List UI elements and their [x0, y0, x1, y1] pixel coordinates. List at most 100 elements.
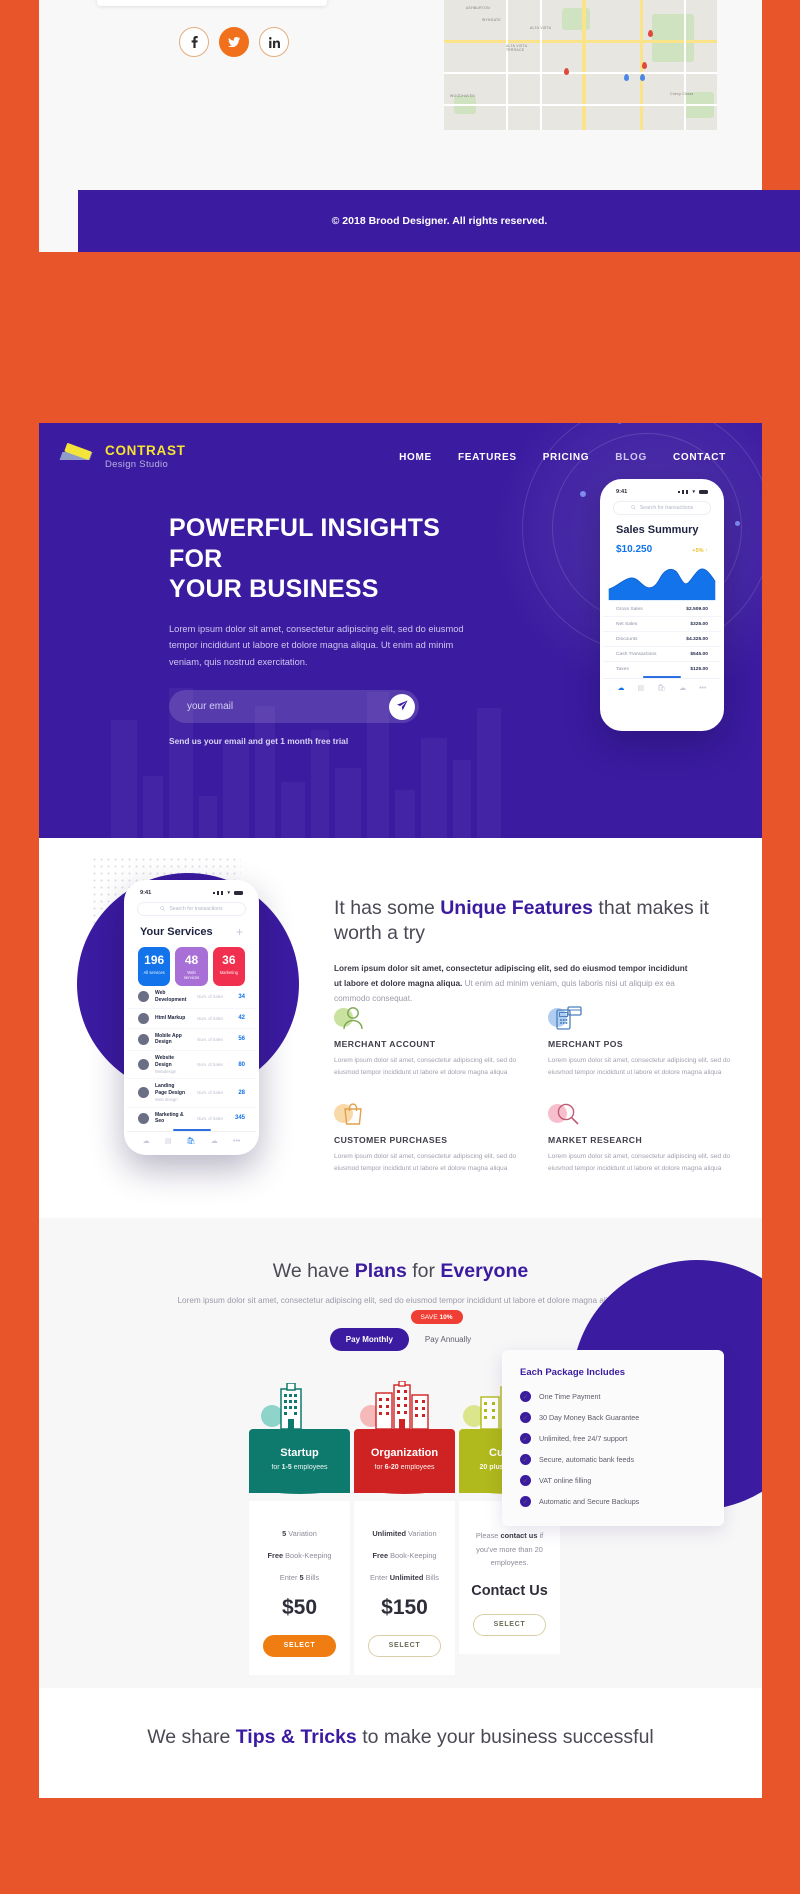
phone-search-placeholder: Search for transactions: [169, 906, 223, 912]
email-input[interactable]: [187, 701, 389, 713]
select-button-custom[interactable]: SELECT: [472, 1613, 547, 1636]
service-name: Web Development: [155, 990, 187, 1003]
stat-label: Net Sales: [616, 621, 638, 627]
list-item[interactable]: Landing Page Design Web design Num. of Sa…: [127, 1079, 256, 1108]
feature-item-merchant-account: MERCHANT ACCOUNT Lorem ipsum dolor sit a…: [334, 1006, 520, 1078]
tab-cart-icon[interactable]: 🛍: [657, 684, 666, 692]
plan-price: Contact Us: [471, 1583, 548, 1600]
tab-list-icon[interactable]: ▤: [165, 1137, 172, 1145]
services-title: Your Services: [140, 926, 213, 938]
features-heading: It has some Unique Features that makes i…: [334, 897, 709, 945]
tab-more-icon[interactable]: •••: [699, 685, 706, 692]
feature-items-grid: MERCHANT ACCOUNT Lorem ipsum dolor sit a…: [334, 1006, 734, 1174]
stat-row: Net Sales $325.00: [603, 617, 721, 632]
pay-monthly-button[interactable]: Pay Monthly: [329, 1328, 409, 1352]
package-item-label: One Time Payment: [539, 1392, 601, 1401]
phone-title: Sales Summury: [603, 515, 721, 538]
list-item: ✓ One Time Payment: [520, 1391, 706, 1402]
phone-search-field[interactable]: Search for transactions: [613, 501, 711, 515]
plan-name: Organization: [370, 1447, 439, 1460]
tab-cloud-icon[interactable]: ☁: [143, 1137, 150, 1145]
list-item[interactable]: Mobile App Design Num. of Sales 56: [127, 1029, 256, 1051]
plus-icon[interactable]: +: [236, 925, 243, 939]
plan-feature: 5 Variation: [282, 1529, 317, 1539]
phone-status-icons: ▾: [213, 890, 243, 896]
service-card-marketing[interactable]: 36 Marketing: [212, 947, 245, 986]
search-icon: [631, 504, 636, 512]
brand-logo[interactable]: CONTRAST Design Studio: [59, 442, 186, 470]
pos-terminal-icon: [548, 1006, 582, 1032]
stat-label: Cash Transactions: [616, 651, 657, 657]
feature-title: MERCHANT POS: [548, 1039, 624, 1049]
nav-item-blog[interactable]: BLOG: [615, 452, 647, 463]
service-stat-cards: 196 All services 48 Web services 36 Mark…: [127, 941, 256, 986]
sales-area-chart: [608, 568, 716, 601]
location-map[interactable]: ASHBURTON WYNGATE ALTA VISTA ALTA VISTA T…: [444, 0, 717, 130]
pay-annually-option[interactable]: Pay Annually: [425, 1335, 471, 1344]
phone-search-field[interactable]: Search for transactions: [137, 902, 246, 916]
stat-value: $4.325.00: [686, 636, 708, 642]
nav-links: HOME FEATURES PRICING BLOG CONTACT: [399, 452, 726, 463]
send-icon: [396, 699, 408, 714]
feature-title: MERCHANT ACCOUNT: [334, 1039, 436, 1049]
facebook-icon[interactable]: [179, 27, 209, 57]
nav-item-features[interactable]: FEATURES: [458, 452, 517, 463]
shopping-bag-icon: [334, 1102, 368, 1128]
list-item[interactable]: Html Markup Num. of Sales 42: [127, 1009, 256, 1029]
email-signup-form[interactable]: [169, 690, 419, 724]
twitter-icon[interactable]: [219, 27, 249, 57]
stat-label: Discounts: [616, 636, 638, 642]
service-card-web[interactable]: 48 Web services: [175, 947, 208, 986]
tab-list-icon[interactable]: ▤: [638, 684, 645, 692]
service-name: Html Markup: [155, 1014, 186, 1021]
nav-item-contact[interactable]: CONTACT: [673, 452, 726, 463]
nav-item-home[interactable]: HOME: [399, 452, 432, 463]
service-card-label: Web services: [183, 970, 200, 980]
feature-title: CUSTOMER PURCHASES: [334, 1135, 448, 1146]
package-includes-list: ✓ One Time Payment ✓ 30 Day Money Back Gua…: [520, 1391, 706, 1507]
battery-icon: [699, 489, 708, 495]
package-item-label: Unlimited, free 24/7 support: [539, 1434, 628, 1443]
service-card-all[interactable]: 196 All services: [138, 947, 171, 986]
service-count: 42: [238, 1015, 245, 1021]
wifi-icon: ▾: [692, 489, 695, 495]
service-list: Web Development Num. of Sales 34 Html Ma…: [127, 986, 256, 1129]
list-item[interactable]: Web Development Num. of Sales 34: [127, 986, 256, 1009]
stat-row: Taxes $125.00: [603, 662, 721, 676]
service-avatar-icon: [138, 1087, 149, 1099]
service-count: 80: [238, 1061, 245, 1068]
tab-dashboard-icon[interactable]: ☁: [618, 684, 625, 692]
service-subtitle: Web design: [155, 1096, 178, 1102]
stat-row: Gross Sales $2.509.00: [603, 602, 721, 617]
linkedin-icon[interactable]: [259, 27, 289, 57]
features-paragraph: Lorem ipsum dolor sit amet, consectetur …: [334, 963, 688, 1004]
service-avatar-icon: [138, 1012, 149, 1024]
select-button-organization[interactable]: SELECT: [367, 1634, 442, 1657]
user-account-icon: [334, 1006, 368, 1032]
plan-feature: Free Book-Keeping: [267, 1551, 332, 1561]
nav-item-pricing[interactable]: PRICING: [543, 452, 590, 463]
service-card-number: 48: [184, 953, 199, 967]
tab-chart-icon[interactable]: ☁: [211, 1137, 218, 1145]
tab-bag-icon[interactable]: 🛍: [187, 1137, 196, 1145]
service-meta: Num. of Sales: [197, 1115, 223, 1121]
send-button[interactable]: [389, 693, 415, 720]
service-count: 56: [238, 1036, 245, 1043]
services-title-row: Your Services +: [127, 916, 256, 941]
stat-label: Taxes: [616, 666, 629, 672]
list-item: ✓ Unlimited, free 24/7 support: [520, 1433, 706, 1444]
phone-tabbar: ☁ ▤ 🛍 ☁ •••: [127, 1131, 256, 1152]
stat-label: Gross Sales: [616, 606, 643, 612]
plan-price: $50: [281, 1596, 318, 1620]
features-text-block: It has some Unique Features that makes i…: [334, 896, 724, 1006]
tab-more-icon[interactable]: •••: [233, 1138, 240, 1145]
select-button-startup[interactable]: SELECT: [262, 1634, 337, 1657]
service-count: 28: [238, 1089, 245, 1096]
feature-item-merchant-pos: MERCHANT POS Lorem ipsum dolor sit amet,…: [548, 1006, 734, 1078]
brand-name: CONTRAST: [105, 442, 186, 458]
list-item[interactable]: Website Design Webdesign Num. of Sales 80: [127, 1051, 256, 1080]
feature-text: Lorem ipsum dolor sit amet, consectetur …: [548, 1153, 731, 1172]
tab-cloud-icon[interactable]: ☁: [679, 684, 686, 692]
plan-employees: for 6-20 employees: [374, 1464, 435, 1472]
list-item[interactable]: Marketing & Seo Num. of Sales 345: [127, 1108, 256, 1130]
